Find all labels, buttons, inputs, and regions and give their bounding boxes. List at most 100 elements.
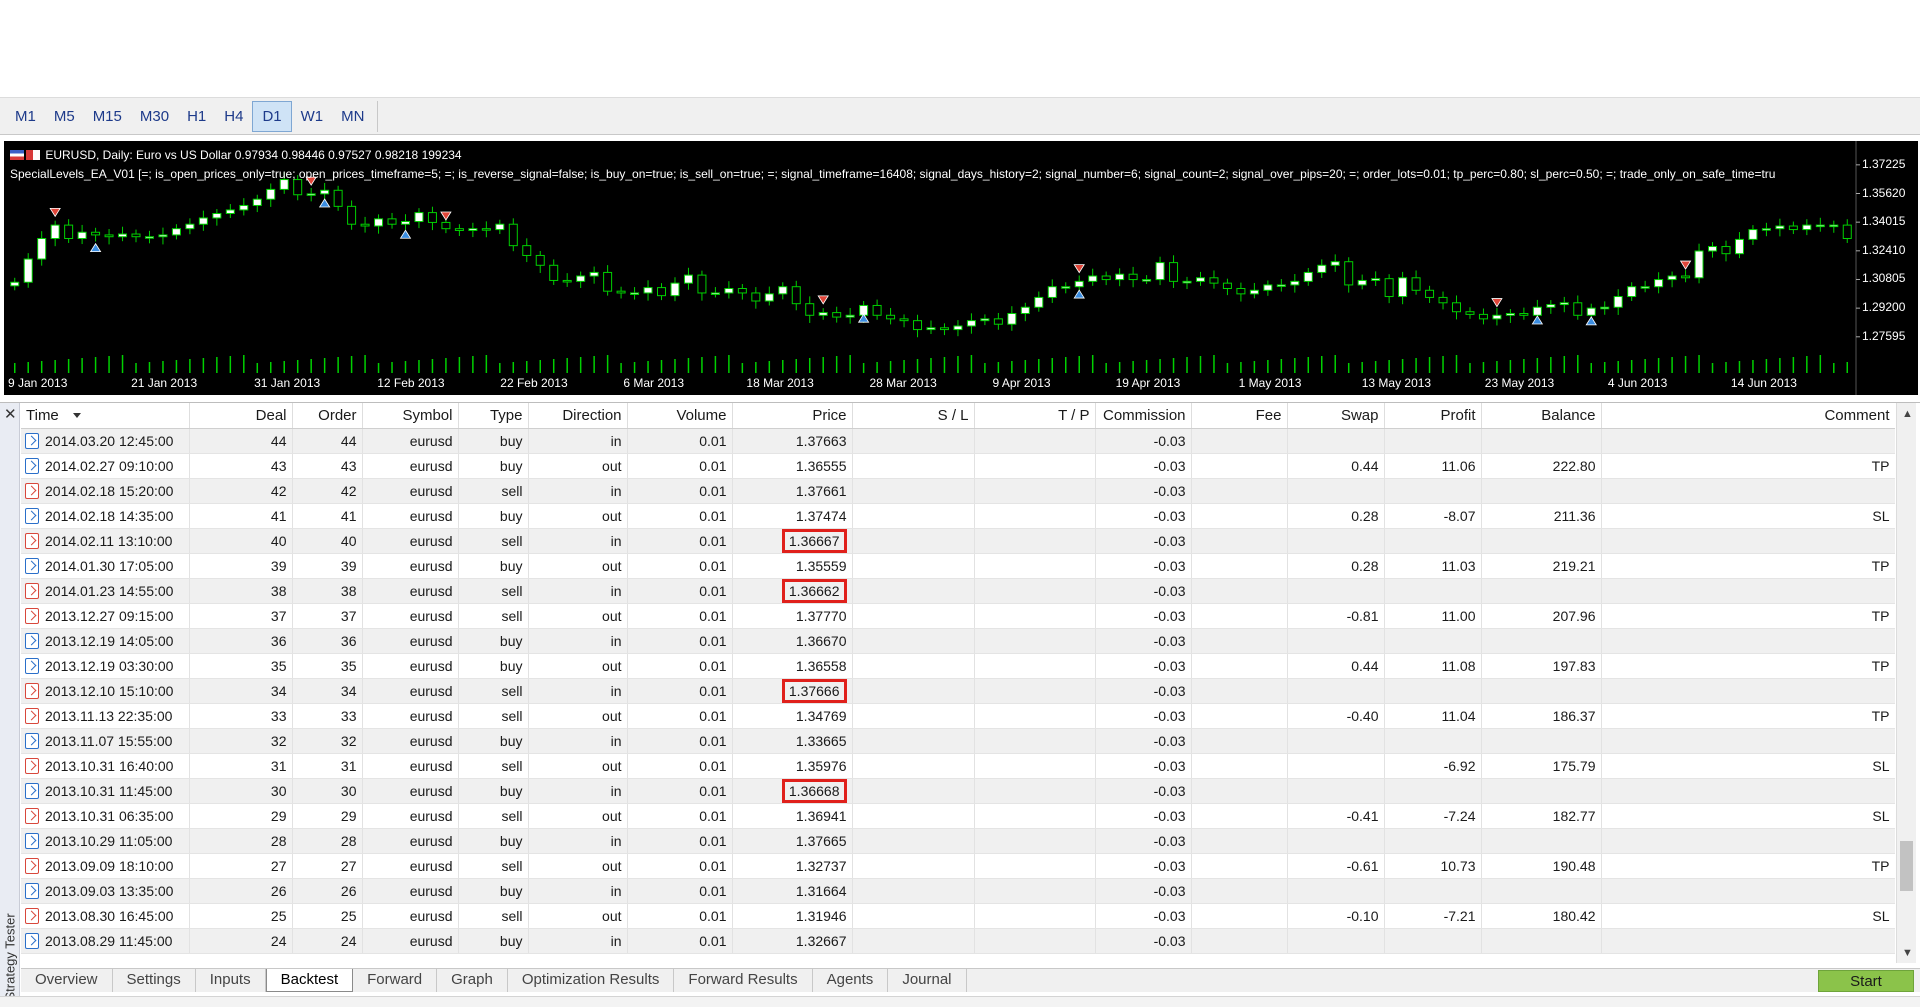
table-row[interactable]: 2013.12.19 14:05:00 36 36 eurusd buy in 0.01 1.… [21,628,1895,654]
tab-inputs[interactable]: Inputs [196,969,266,992]
tab-journal[interactable]: Journal [888,969,967,992]
timeframe-h4[interactable]: H4 [215,101,252,132]
timeframe-m5[interactable]: M5 [45,101,84,132]
candle-body [1088,275,1098,282]
tab-optimization-results[interactable]: Optimization Results [508,969,675,992]
cell-symbol: eurusd [362,553,459,579]
col-comment[interactable]: Comment [1601,403,1895,429]
table-row[interactable]: 2014.02.18 14:35:00 41 41 eurusd buy out 0.01 1… [21,503,1895,529]
tab-forward[interactable]: Forward [353,969,438,992]
table-row[interactable]: 2013.09.09 18:10:00 27 27 eurusd sell out 0.01… [21,853,1895,879]
tab-overview[interactable]: Overview [21,969,113,992]
table-row[interactable]: 2013.12.27 09:15:00 37 37 eurusd sell out 0.01… [21,603,1895,629]
table-row[interactable]: 2013.10.29 11:05:00 28 28 eurusd buy in 0.01 1.… [21,828,1895,854]
col-label: T / P [1058,406,1090,424]
candle-body [630,292,640,295]
table-row[interactable]: 2013.08.29 11:45:00 24 24 eurusd buy in 0.01 1.… [21,928,1895,954]
col-symbol[interactable]: Symbol [362,403,459,429]
cell-commission: -0.03 [1095,928,1192,954]
table-row[interactable]: 2013.12.10 15:10:00 34 34 eurusd sell in 0.01 1… [21,678,1895,704]
cell-order: 24 [292,928,363,954]
table-row[interactable]: 2013.09.03 13:35:00 26 26 eurusd buy in 0.01 1.… [21,878,1895,904]
table-row[interactable]: 2014.02.11 13:10:00 40 40 eurusd sell in 0.01 1… [21,528,1895,554]
tab-agents[interactable]: Agents [813,969,889,992]
cell-comment: SL [1601,803,1895,829]
col-direction[interactable]: Direction [528,403,628,429]
table-row[interactable]: 2013.10.31 06:35:00 29 29 eurusd sell out 0.01… [21,803,1895,829]
cell-direction: out [528,803,628,829]
timeframe-m15[interactable]: M15 [84,101,131,132]
table-row[interactable]: 2014.03.20 12:45:00 44 44 eurusd buy in 0.01 1.… [21,428,1895,454]
start-button[interactable]: Start [1818,970,1914,992]
tab-settings[interactable]: Settings [113,969,196,992]
cell-price: 1.36941 [732,803,853,829]
table-row[interactable]: 2013.11.07 15:55:00 32 32 eurusd buy in 0.01 1.… [21,728,1895,754]
table-row[interactable]: 2014.01.30 17:05:00 39 39 eurusd buy out 0.01 1… [21,553,1895,579]
cell-profit: 11.04 [1384,703,1482,729]
cell-direction: out [528,553,628,579]
col-deal[interactable]: Deal [189,403,293,429]
col-order[interactable]: Order [292,403,363,429]
tab-backtest[interactable]: Backtest [265,969,354,992]
timeframe-w1[interactable]: W1 [292,101,333,132]
timeframe-m1[interactable]: M1 [6,101,45,132]
cell-balance: 207.96 [1481,603,1602,629]
cell-symbol: eurusd [362,653,459,679]
cell-sl [852,578,975,604]
cell-profit: 11.00 [1384,603,1482,629]
scroll-thumb[interactable] [1900,841,1913,891]
tab-graph[interactable]: Graph [437,969,508,992]
col-commission[interactable]: Commission [1095,403,1192,429]
scroll-up-icon[interactable]: ▲ [1902,408,1913,420]
col-volume[interactable]: Volume [627,403,733,429]
vertical-scrollbar[interactable]: ▲ ▼ [1896,403,1916,963]
table-row[interactable]: 2013.11.13 22:35:00 33 33 eurusd sell out 0.01… [21,703,1895,729]
timeframe-h1[interactable]: H1 [178,101,215,132]
table-row[interactable]: 2013.08.30 16:45:00 25 25 eurusd sell out 0.01… [21,903,1895,929]
table-row[interactable]: 2014.01.23 14:55:00 38 38 eurusd sell in 0.01 1… [21,578,1895,604]
col-swap[interactable]: Swap [1287,403,1385,429]
cell-time: 2013.08.30 16:45:00 [21,903,190,929]
candle-body [1276,284,1286,287]
buy-deal-icon [25,782,39,799]
price-label: 1.34015 [1862,214,1906,229]
date-label: 9 Apr 2013 [992,376,1051,390]
timeframe-d1[interactable]: D1 [252,101,292,132]
cell-sl [852,653,975,679]
col-type[interactable]: Type [458,403,529,429]
price-chart[interactable]: EURUSD, Daily: Euro vs US Dollar 0.97934… [4,141,1918,395]
status-strip [0,996,1920,1007]
cell-time: 2014.02.18 14:35:00 [21,503,190,529]
cell-commission: -0.03 [1095,878,1192,904]
deal-time: 2013.11.13 22:35:00 [45,707,173,724]
deal-time: 2013.10.31 16:40:00 [45,757,174,774]
scroll-down-icon[interactable]: ▼ [1902,947,1913,959]
tab-forward-results[interactable]: Forward Results [674,969,813,992]
timeframe-mn[interactable]: MN [332,101,373,132]
candle-body [1654,279,1664,288]
sell-deal-icon [25,807,39,824]
table-row[interactable]: 2013.10.31 16:40:00 31 31 eurusd sell out 0.01… [21,753,1895,779]
col-time[interactable]: Time [21,403,190,429]
candle-body [144,236,154,239]
col-s-l[interactable]: S / L [852,403,975,429]
table-row[interactable]: 2013.10.31 11:45:00 30 30 eurusd buy in 0.01 1.… [21,778,1895,804]
candle-body [1775,225,1785,230]
candle-body [993,318,1003,325]
col-price[interactable]: Price [732,403,853,429]
table-row[interactable]: 2013.12.19 03:30:00 35 35 eurusd buy out 0.01 1… [21,653,1895,679]
table-row[interactable]: 2014.02.18 15:20:00 42 42 eurusd sell in 0.01 1… [21,478,1895,504]
timeframe-m30[interactable]: M30 [131,101,178,132]
cell-tp [974,778,1096,804]
cell-profit: -6.92 [1384,753,1482,779]
cell-balance: 182.77 [1481,803,1602,829]
cell-swap [1287,778,1385,804]
close-icon[interactable]: ✕ [4,405,17,423]
cell-commission: -0.03 [1095,778,1192,804]
col-t-p[interactable]: T / P [974,403,1096,429]
cell-comment: TP [1601,553,1895,579]
col-balance[interactable]: Balance [1481,403,1602,429]
col-fee[interactable]: Fee [1191,403,1288,429]
table-row[interactable]: 2014.02.27 09:10:00 43 43 eurusd buy out 0.01 1… [21,453,1895,479]
col-profit[interactable]: Profit [1384,403,1482,429]
